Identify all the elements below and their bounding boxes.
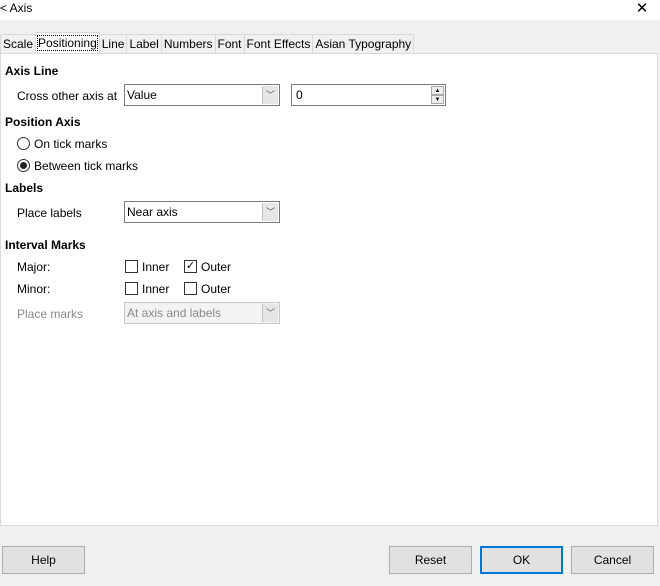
labels-heading: Labels (5, 181, 44, 195)
spin-down-icon[interactable]: ▼ (431, 95, 444, 104)
chevron-down-icon: ﹀ (262, 203, 278, 221)
major-inner-checkbox[interactable] (125, 260, 138, 273)
minor-label: Minor: (17, 282, 51, 296)
cancel-button[interactable]: Cancel (571, 546, 654, 574)
ok-button[interactable]: OK (480, 546, 563, 574)
cross-axis-select[interactable]: Value ﹀ (124, 84, 280, 106)
cross-axis-value-input[interactable]: 0 ▲ ▼ (291, 84, 446, 106)
minor-outer-label: Outer (201, 282, 232, 296)
title-bar (0, 0, 660, 20)
major-outer-label: Outer (201, 260, 232, 274)
minor-inner-checkbox[interactable] (125, 282, 138, 295)
tab-numbers[interactable]: Numbers (160, 34, 216, 53)
place-marks-select: At axis and labels ﹀ (124, 302, 280, 324)
tab-label[interactable]: Label (126, 34, 162, 53)
interval-marks-heading: Interval Marks (5, 238, 86, 252)
chevron-down-icon: ﹀ (262, 86, 278, 104)
major-label: Major: (17, 260, 51, 274)
spin-up-icon[interactable]: ▲ (431, 86, 444, 95)
cross-axis-label: Cross other axis at (17, 89, 118, 103)
tab-scale[interactable]: Scale (0, 34, 37, 53)
major-outer-checkbox[interactable]: ✓ (184, 260, 197, 273)
on-tick-marks-label: On tick marks (34, 137, 108, 151)
close-icon[interactable]: ✕ (633, 0, 651, 17)
minor-inner-label: Inner (142, 282, 170, 296)
tab-line[interactable]: Line (98, 34, 128, 53)
tab-font[interactable]: Font (214, 34, 245, 53)
tab-panel (0, 53, 658, 526)
between-tick-marks-radio[interactable] (17, 159, 30, 172)
chevron-down-icon: ﹀ (262, 304, 278, 322)
tab-font-effects[interactable]: Font Effects (243, 34, 314, 53)
position-axis-heading: Position Axis (5, 115, 81, 129)
place-labels-select[interactable]: Near axis ﹀ (124, 201, 280, 223)
between-tick-marks-label: Between tick marks (34, 159, 139, 173)
on-tick-marks-radio[interactable] (17, 137, 30, 150)
tab-asian-typography[interactable]: Asian Typography (312, 34, 415, 53)
minor-outer-checkbox[interactable] (184, 282, 197, 295)
help-button[interactable]: Help (2, 546, 85, 574)
place-labels-label: Place labels (17, 206, 82, 220)
window-title: < Axis (0, 1, 33, 15)
tab-bar: Scale Positioning Line Label Numbers Fon… (0, 32, 415, 54)
tab-positioning[interactable]: Positioning (35, 32, 100, 53)
reset-button[interactable]: Reset (389, 546, 472, 574)
major-inner-label: Inner (142, 260, 170, 274)
place-marks-label: Place marks (17, 307, 84, 321)
axis-line-heading: Axis Line (5, 64, 59, 78)
